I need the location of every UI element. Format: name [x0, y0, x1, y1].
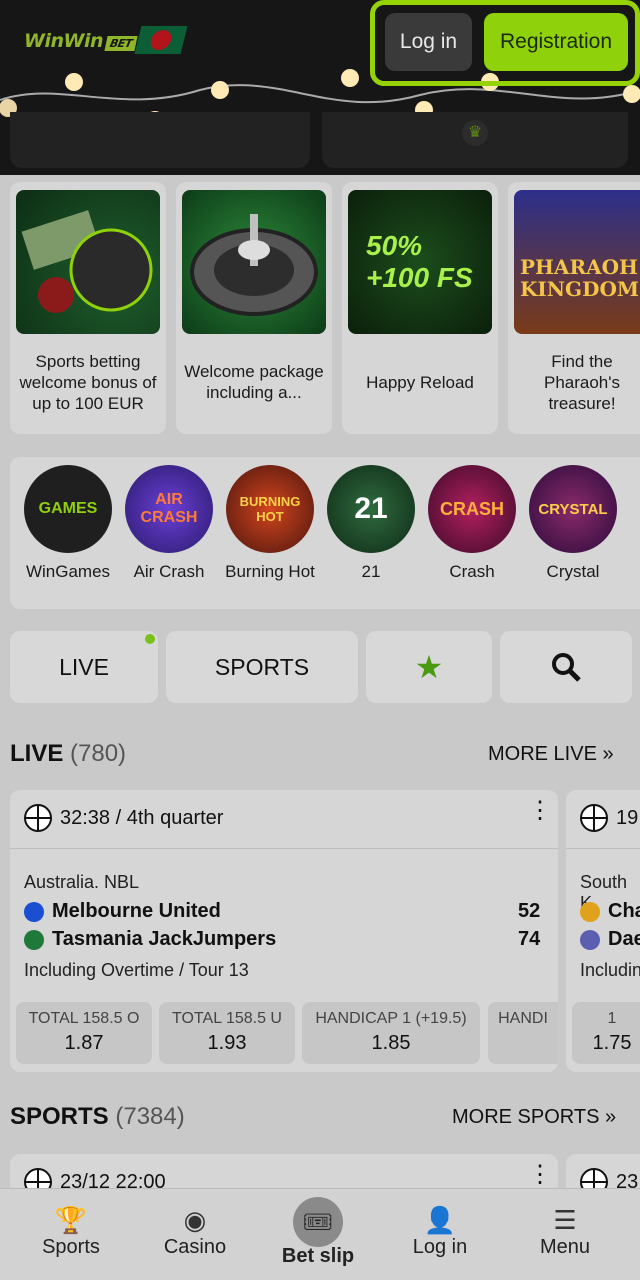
nav-casino[interactable]: ◉ Casino — [154, 1204, 236, 1259]
winwin-logo[interactable]: WinWin BET — [24, 30, 138, 52]
crash-icon: CRASH — [428, 465, 516, 553]
registration-button[interactable]: Registration — [484, 13, 628, 71]
promo-card-pharaoh[interactable]: PHARAOH KINGDOM Find the Pharaoh's treas… — [508, 182, 640, 434]
promo-image — [182, 190, 326, 334]
score-away: 74 — [518, 928, 541, 950]
tab-live[interactable]: LIVE — [10, 631, 158, 703]
user-icon: 👤 — [423, 1205, 457, 1235]
nav-bet-slip[interactable]: Bet slip — [270, 1245, 366, 1268]
ticket-icon[interactable]: 🎟 — [293, 1197, 343, 1247]
air-crash-icon: AIR CRASH — [125, 465, 213, 553]
logo-badge: BET — [104, 36, 138, 51]
odd-button[interactable]: 1 1.75 — [572, 1002, 640, 1064]
market-description: Includin — [580, 960, 640, 980]
score-home: 52 — [518, 900, 541, 922]
event-time: 32:38 / 4th quarter — [24, 804, 223, 832]
live-indicator-dot — [145, 634, 155, 644]
odd-button[interactable]: HANDICAP 1 (+19.5) 1.85 — [302, 1002, 480, 1064]
live-event-card[interactable]: 32:38 / 4th quarter ⋮ Australia. NBL Mel… — [10, 790, 558, 1072]
sports-section-title: SPORTS (7384) — [10, 1103, 185, 1130]
search-icon — [552, 653, 581, 682]
basketball-icon — [24, 804, 52, 832]
promo-label: Welcome package including a... — [184, 362, 324, 402]
game-wingames[interactable]: GAMES WinGames — [18, 465, 118, 582]
live-count: (780) — [70, 740, 127, 767]
nav-label: Log in — [412, 1236, 468, 1258]
promo-card-welcome-package[interactable]: Welcome package including a... — [176, 182, 332, 434]
promo-label: Sports betting welcome bonus of up to 10… — [19, 351, 157, 413]
event-time: 19 — [580, 804, 638, 832]
nav-sports[interactable]: 🏆 Sports — [30, 1204, 112, 1259]
game-label: Air Crash — [133, 562, 205, 581]
team-home: Cha — [580, 900, 640, 923]
header-panel-left — [10, 112, 310, 168]
nav-login[interactable]: 👤 Log in — [398, 1204, 482, 1259]
game-burning-hot[interactable]: BURNING HOT Burning Hot — [220, 465, 320, 582]
promo-image: PHARAOH KINGDOM — [514, 190, 640, 334]
game-label: Crystal — [546, 562, 600, 581]
crown-icon[interactable]: ♛ — [462, 120, 488, 146]
divider — [10, 848, 558, 849]
nav-menu[interactable]: ☰ Menu — [524, 1204, 606, 1259]
odd-button[interactable]: TOTAL 158.5 U 1.93 — [159, 1002, 295, 1064]
promo-card-happy-reload[interactable]: 50% +100 FS Happy Reload — [342, 182, 498, 434]
game-air-crash[interactable]: AIR CRASH Air Crash — [119, 465, 219, 582]
promo-image-text: 50% +100 FS — [366, 230, 473, 293]
league-name: Australia. NBL — [24, 872, 140, 892]
team-home: Melbourne United — [24, 900, 221, 923]
more-options-icon[interactable]: ⋮ — [528, 799, 552, 823]
game-label: 21 — [361, 562, 381, 581]
odd-button[interactable]: TOTAL 158.5 O 1.87 — [16, 1002, 152, 1064]
market-description: Including Overtime / Tour 13 — [24, 960, 249, 980]
team-away: Dae — [580, 928, 640, 951]
game-label: Crash — [449, 562, 495, 581]
nav-label: Menu — [539, 1236, 591, 1258]
team-away: Tasmania JackJumpers — [24, 928, 276, 951]
team-logo-icon — [24, 929, 44, 950]
more-options-icon[interactable]: ⋮ — [528, 1163, 552, 1187]
wingames-icon: GAMES — [24, 465, 112, 553]
game-21-icon: 21 — [327, 465, 415, 553]
more-sports-link[interactable]: MORE SPORTS » — [452, 1106, 616, 1129]
login-button[interactable]: Log in — [385, 13, 472, 71]
game-label: Burning Hot — [225, 562, 315, 581]
bangladesh-flag-icon[interactable] — [134, 26, 188, 54]
nav-label: Bet slip — [281, 1245, 355, 1267]
promo-label: Find the Pharaoh's treasure! — [543, 351, 621, 413]
promo-image: 50% +100 FS — [348, 190, 492, 334]
promo-image — [16, 190, 160, 334]
nav-label: Sports — [42, 1236, 100, 1258]
game-21[interactable]: 21 21 — [321, 465, 421, 582]
promo-label: Happy Reload — [366, 372, 474, 392]
basketball-icon — [580, 804, 608, 832]
logo-text: WinWin — [24, 30, 104, 52]
burning-hot-icon: BURNING HOT — [226, 465, 314, 553]
live-event-card-next[interactable]: 19 South K Cha Dae Includin 11.75 — [566, 790, 640, 1072]
tab-favorites[interactable]: ★ — [366, 631, 492, 703]
promo-image-text: PHARAOH KINGDOM — [520, 255, 640, 301]
live-section-title: LIVE (780) — [10, 740, 127, 767]
trophy-icon: 🏆 — [54, 1205, 88, 1235]
tab-sports[interactable]: SPORTS — [166, 631, 358, 703]
sports-count: (7384) — [115, 1103, 185, 1130]
odd-button[interactable]: HANDI — [488, 1002, 558, 1064]
more-live-link[interactable]: MORE LIVE » — [488, 743, 614, 766]
chip-icon: ◉ — [183, 1205, 207, 1235]
crystal-icon: CRYSTAL — [529, 465, 617, 553]
team-logo-icon — [24, 901, 44, 922]
tab-search[interactable] — [500, 631, 632, 703]
game-label: WinGames — [25, 562, 111, 581]
promo-card-sports-bonus[interactable]: Sports betting welcome bonus of up to 10… — [10, 182, 166, 434]
game-crystal[interactable]: CRYSTAL Crystal — [523, 465, 623, 582]
menu-icon: ☰ — [553, 1205, 577, 1235]
star-icon: ★ — [414, 649, 444, 685]
game-crash[interactable]: CRASH Crash — [422, 465, 522, 582]
divider — [566, 848, 640, 849]
nav-label: Casino — [163, 1236, 227, 1258]
